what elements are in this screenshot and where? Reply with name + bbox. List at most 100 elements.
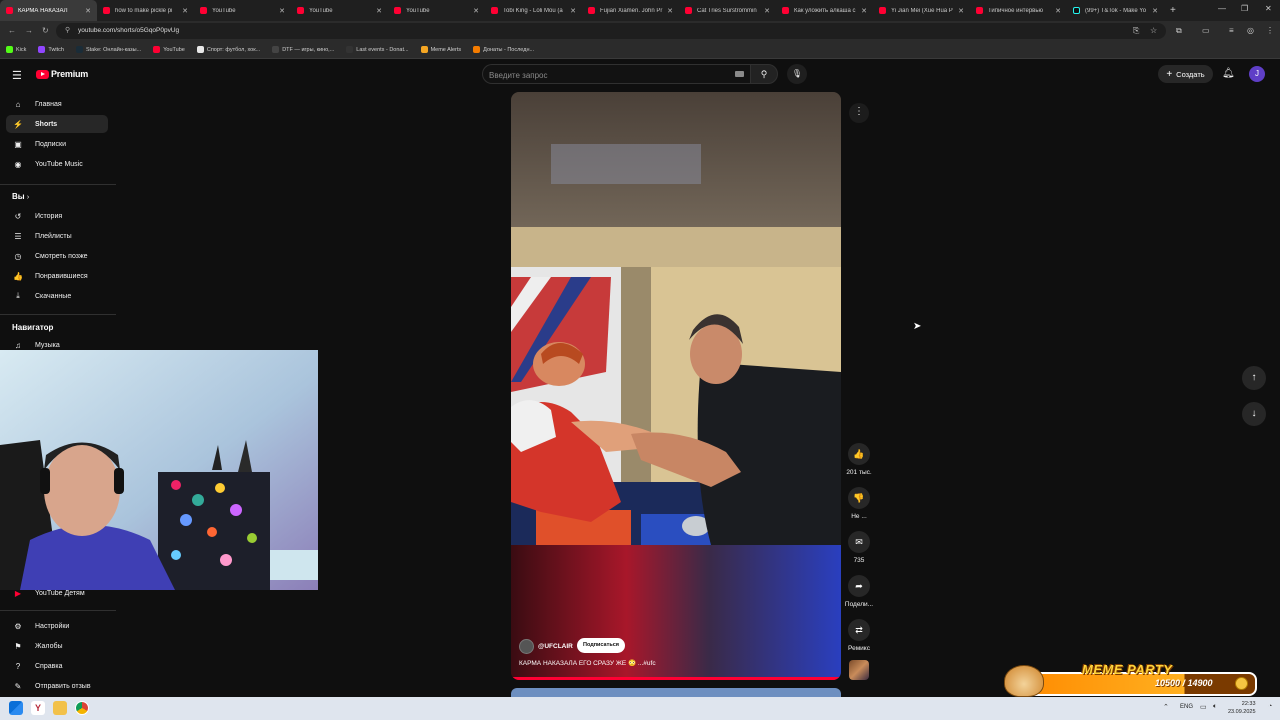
url-field[interactable]: ⚲ youtube.com/shorts/o5GqoP0pvUg xyxy=(56,23,1166,39)
tab-1[interactable]: how to make pickle pi ✕ xyxy=(97,0,194,21)
remix-button[interactable]: ⇄ Ремикс xyxy=(844,619,874,652)
tab-9[interactable]: Yi Jian Mei (Xue Hua P ✕ xyxy=(873,0,970,21)
sidebar-item-help[interactable]: ? Справка xyxy=(6,657,108,675)
bookmark-6[interactable]: Last events - Donat... xyxy=(346,46,409,53)
language-indicator[interactable]: ENG xyxy=(1180,704,1193,710)
close-tab-icon[interactable]: ✕ xyxy=(1152,7,1158,15)
tab-2[interactable]: YouTube ✕ xyxy=(194,0,291,21)
bookmark-star-icon[interactable]: ☆ xyxy=(1150,26,1157,35)
tab-0[interactable]: КАРМА НАКАЗАЛ ✕ xyxy=(0,0,97,21)
shorts-video-player[interactable]: @UFCLAIR Подписаться КАРМА НАКАЗАЛА ЕГО … xyxy=(511,92,841,680)
chrome-icon[interactable] xyxy=(75,701,89,715)
tab-3[interactable]: YouTube ✕ xyxy=(291,0,388,21)
sidebar-item-label: Подписки xyxy=(35,140,67,148)
search-input[interactable] xyxy=(489,69,729,81)
sidebar-item-settings[interactable]: ⚙ Настройки xyxy=(6,617,108,635)
close-tab-icon[interactable]: ✕ xyxy=(764,7,770,15)
close-tab-icon[interactable]: ✕ xyxy=(279,7,285,15)
audio-remix-thumbnail[interactable] xyxy=(849,660,869,680)
close-tab-icon[interactable]: ✕ xyxy=(570,7,576,15)
next-short-button[interactable]: ↓ xyxy=(1242,402,1266,426)
close-tab-icon[interactable]: ✕ xyxy=(376,7,382,15)
channel-handle[interactable]: @UFCLAIR xyxy=(538,643,573,650)
subscribe-button[interactable]: Подписаться xyxy=(577,638,625,653)
notifications-icon[interactable]: ◔ xyxy=(1268,703,1272,710)
install-icon[interactable]: ⎘ xyxy=(1133,26,1139,36)
sidebar-item-flag[interactable]: ⚑ Жалобы xyxy=(6,637,108,655)
close-window-icon[interactable]: ✕ xyxy=(1265,4,1272,13)
tab-7[interactable]: Cat Tries Surströmmin ✕ xyxy=(679,0,776,21)
close-tab-icon[interactable]: ✕ xyxy=(861,7,867,15)
close-tab-icon[interactable]: ✕ xyxy=(667,7,673,15)
bookmark-2[interactable]: Stake: Онлайн-казы... xyxy=(75,46,141,53)
file-explorer-icon[interactable] xyxy=(53,701,67,715)
tab-11[interactable]: (99+) T&Tok - Make Yo ✕ xyxy=(1067,0,1164,21)
maximize-icon[interactable]: ❐ xyxy=(1241,4,1248,13)
tab-5[interactable]: Tobi King - Loli Mou (a ✕ xyxy=(485,0,582,21)
bookmark-8[interactable]: Донаты - Последн... xyxy=(473,46,534,53)
tab-4[interactable]: YouTube ✕ xyxy=(388,0,485,21)
browser-menu-icon[interactable]: ⋮ xyxy=(1266,26,1274,35)
volume-icon[interactable]: 🔈︎ xyxy=(1213,703,1217,711)
close-tab-icon[interactable]: ✕ xyxy=(85,7,91,15)
sidebar-item-subscriptions[interactable]: ▣ Подписки xyxy=(6,135,108,153)
yandex-browser-icon[interactable]: Y xyxy=(31,701,45,715)
windows-start-icon[interactable] xyxy=(9,701,23,715)
keyboard-icon[interactable] xyxy=(735,71,744,77)
profile-icon[interactable]: ◎ xyxy=(1247,26,1254,35)
sidebar-item-home[interactable]: ⌂ Главная xyxy=(6,95,108,113)
new-tab-icon[interactable]: + xyxy=(1170,5,1176,16)
minimize-icon[interactable]: — xyxy=(1218,4,1226,13)
sidebar-item-history[interactable]: ↺ История xyxy=(6,207,108,225)
video-caption[interactable]: КАРМА НАКАЗАЛА ЕГО СРАЗУ ЖЕ 😳 ...#ufc xyxy=(519,659,656,667)
bookmark-7[interactable]: Meme Alerts xyxy=(420,46,461,53)
tab-title: YouTube xyxy=(309,7,333,14)
notifications-bell-icon[interactable]: 🔔︎ xyxy=(1222,68,1235,79)
thumbs-up-icon: 👍 xyxy=(848,443,870,465)
media-icon[interactable]: ≡ xyxy=(1229,26,1234,35)
network-icon[interactable]: ▭ xyxy=(1200,703,1207,711)
search-button[interactable]: ⚲ xyxy=(750,64,778,84)
youtube-premium-logo[interactable]: Premium xyxy=(36,69,88,79)
sidebar-item-music[interactable]: ◉ YouTube Music xyxy=(6,155,108,173)
sidepanel-icon[interactable]: ▭ xyxy=(1202,26,1210,35)
close-tab-icon[interactable]: ✕ xyxy=(958,7,964,15)
like-button[interactable]: 👍 201 тыс. xyxy=(844,443,874,476)
hamburger-menu-icon[interactable]: ☰ xyxy=(12,69,22,82)
sidebar-item-downloads[interactable]: ⤓ Скачанные xyxy=(6,287,108,305)
close-tab-icon[interactable]: ✕ xyxy=(473,7,479,15)
sidebar-item-liked[interactable]: 👍 Понравившиеся xyxy=(6,267,108,285)
bookmark-4[interactable]: Спорт: футбол, хок... xyxy=(196,46,260,53)
bookmark-5[interactable]: DTF — игры, кино,... xyxy=(272,46,334,53)
comments-button[interactable]: ✉ 735 xyxy=(844,531,874,564)
reload-icon[interactable]: ↻ xyxy=(42,26,49,35)
extensions-icon[interactable]: ⧉ xyxy=(1176,26,1182,36)
tab-8[interactable]: Как уложить алкаша c ✕ xyxy=(776,0,873,21)
tab-6[interactable]: Fujian Xiamen. John Pr ✕ xyxy=(582,0,679,21)
share-button[interactable]: ➦ Подели... xyxy=(844,575,874,608)
sidebar-item-watch-later[interactable]: ◷ Смотреть позже xyxy=(6,247,108,265)
sidebar-item-shorts[interactable]: ⚡ Shorts xyxy=(6,115,108,133)
close-tab-icon[interactable]: ✕ xyxy=(182,7,188,15)
tray-overflow-icon[interactable]: ⌃ xyxy=(1163,703,1169,711)
bookmark-3[interactable]: YouTube xyxy=(153,46,185,53)
bookmark-1[interactable]: Twitch xyxy=(38,46,64,53)
dislike-button[interactable]: 👎 Не ... xyxy=(844,487,874,520)
bookmark-0[interactable]: Kick xyxy=(6,46,26,53)
more-options-icon[interactable]: ⋮ xyxy=(849,103,869,123)
channel-avatar[interactable] xyxy=(519,639,534,654)
previous-short-button[interactable]: ↑ xyxy=(1242,366,1266,390)
create-button[interactable]: + Создать xyxy=(1158,65,1213,83)
close-tab-icon[interactable]: ✕ xyxy=(1055,7,1061,15)
voice-search-button[interactable]: 🎙 xyxy=(787,64,807,84)
you-section-heading[interactable]: Вы › xyxy=(12,192,29,201)
tab-10[interactable]: Типичное интервью ✕ xyxy=(970,0,1067,21)
sidebar-item-playlists[interactable]: ☰ Плейлисты xyxy=(6,227,108,245)
sidebar-item-feedback[interactable]: ✎ Отправить отзыв xyxy=(6,677,108,695)
avatar[interactable]: J xyxy=(1249,66,1265,82)
clock[interactable]: 22:33 23.09.2025 xyxy=(1228,700,1256,716)
music-icon: ◉ xyxy=(14,159,22,169)
site-info-icon[interactable]: ⚲ xyxy=(65,26,70,34)
forward-icon[interactable]: → xyxy=(25,26,33,35)
back-icon[interactable]: ← xyxy=(8,26,16,35)
